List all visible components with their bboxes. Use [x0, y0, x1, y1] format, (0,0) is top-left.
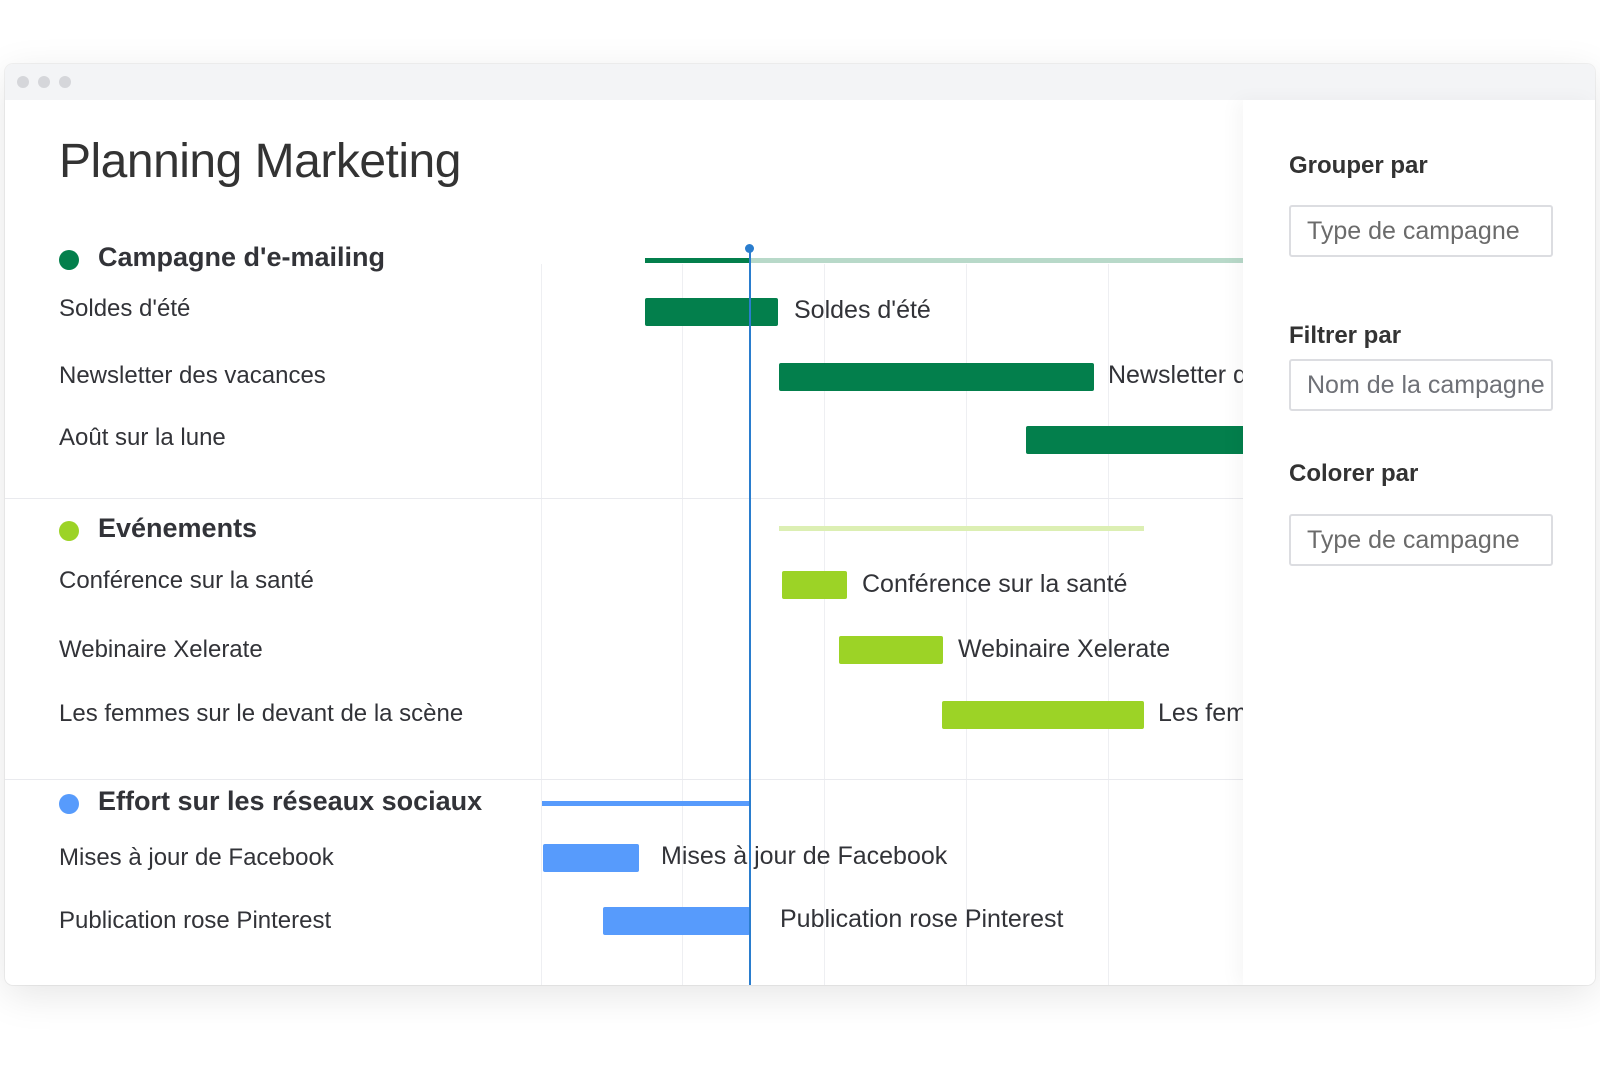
item-name-newsletter[interactable]: Newsletter des vacances: [59, 362, 326, 390]
group-by-heading: Grouper par: [1289, 152, 1428, 179]
bar-label-soldes: Soldes d'été: [794, 296, 931, 324]
group-summary-line-social: [542, 801, 749, 806]
bar-label-newsletter: Newsletter des vacances: [1108, 361, 1243, 389]
bar-label-webinaire: Webinaire Xelerate: [958, 635, 1171, 663]
bar-label-femmes: Les femmes sur le devant de la scène: [1158, 699, 1243, 727]
gantt-bar-newsletter[interactable]: [779, 363, 1094, 391]
group-title-events[interactable]: Evénements: [98, 513, 257, 544]
item-name-pinterest[interactable]: Publication rose Pinterest: [59, 907, 331, 935]
group-color-dot-email: [59, 250, 79, 270]
bar-label-facebook: Mises à jour de Facebook: [661, 842, 948, 870]
filter-by-input[interactable]: [1289, 359, 1553, 411]
group-title-email[interactable]: Campagne d'e-mailing: [98, 242, 385, 273]
item-name-aout[interactable]: Août sur la lune: [59, 424, 226, 452]
group-color-dot-social: [59, 794, 79, 814]
gantt-bar-soldes[interactable]: [645, 298, 778, 326]
item-name-femmes[interactable]: Les femmes sur le devant de la scène: [59, 700, 463, 728]
gantt-bar-webinaire[interactable]: [839, 636, 943, 664]
gantt-bar-conference[interactable]: [782, 571, 847, 599]
gantt-bar-femmes[interactable]: [942, 701, 1144, 729]
gantt-bar-pinterest[interactable]: [603, 907, 750, 935]
group-by-select[interactable]: [1289, 205, 1553, 257]
bar-label-pinterest: Publication rose Pinterest: [780, 905, 1064, 933]
today-marker-line: [749, 252, 751, 985]
group-summary-line-events: [779, 526, 1144, 531]
group-divider: [5, 779, 1243, 780]
bar-label-conference: Conférence sur la santé: [862, 570, 1128, 598]
item-name-facebook[interactable]: Mises à jour de Facebook: [59, 844, 334, 872]
gantt-bar-facebook[interactable]: [543, 844, 639, 872]
color-by-select[interactable]: [1289, 514, 1553, 566]
group-divider: [5, 498, 1243, 499]
gantt-bar-aout[interactable]: [1026, 426, 1243, 454]
app-window: Planning Marketing Campagne d'e-mailing …: [5, 64, 1595, 985]
group-summary-line-email-remaining: [749, 258, 1243, 263]
settings-panel: Grouper par Filtrer par Colorer par: [1243, 100, 1595, 985]
item-name-soldes[interactable]: Soldes d'été: [59, 295, 190, 323]
timeline-gridline: [682, 264, 683, 985]
item-name-webinaire[interactable]: Webinaire Xelerate: [59, 636, 263, 664]
timeline-area: Planning Marketing Campagne d'e-mailing …: [5, 64, 1243, 985]
page-title: Planning Marketing: [59, 135, 461, 188]
group-title-social[interactable]: Effort sur les réseaux sociaux: [98, 786, 482, 817]
color-by-heading: Colorer par: [1289, 460, 1419, 487]
timeline-gridline: [541, 264, 542, 985]
item-name-conference[interactable]: Conférence sur la santé: [59, 567, 314, 595]
group-color-dot-events: [59, 521, 79, 541]
group-summary-line-email: [645, 258, 749, 263]
filter-by-heading: Filtrer par: [1289, 322, 1402, 349]
